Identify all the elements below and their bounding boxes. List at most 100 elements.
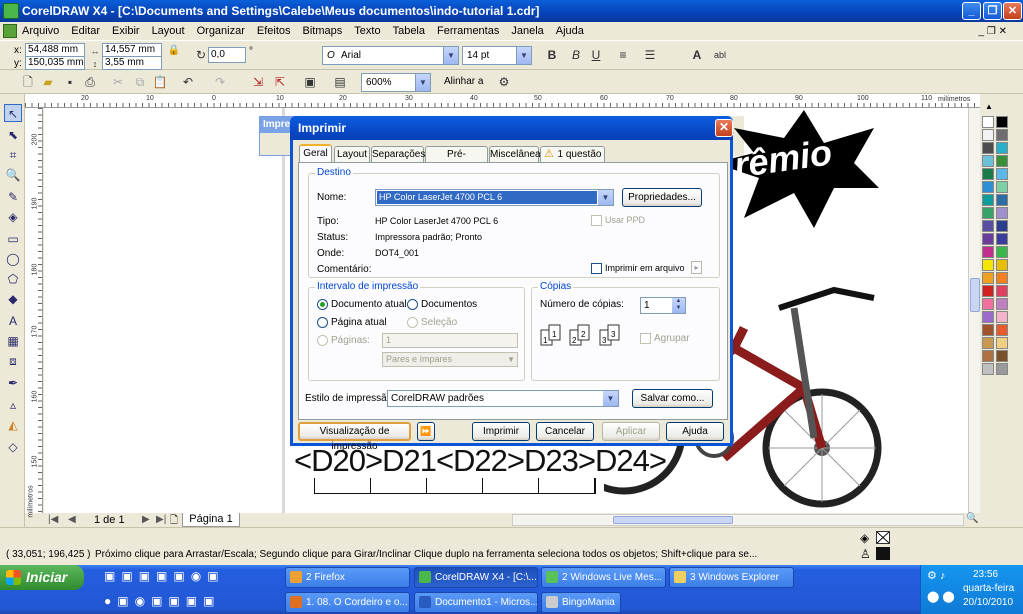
color-swatch[interactable]: [996, 181, 1008, 193]
fill-tool-icon[interactable]: ◭: [4, 416, 22, 434]
quicklaunch-icon[interactable]: ◉: [191, 569, 201, 583]
restore-button[interactable]: ❐: [983, 2, 1002, 20]
dialog-close-button[interactable]: ✕: [715, 119, 733, 137]
pick-tool-icon[interactable]: ↖: [4, 104, 22, 122]
palette-scroll-up-icon[interactable]: ▲: [985, 102, 993, 111]
chevron-down-icon[interactable]: ▼: [516, 47, 531, 64]
color-swatch[interactable]: [982, 207, 994, 219]
underline-button[interactable]: U: [588, 47, 604, 63]
color-swatch[interactable]: [996, 142, 1008, 154]
quicklaunch-icon[interactable]: ●: [104, 594, 111, 608]
save-icon[interactable]: ▪: [62, 74, 78, 90]
tab-layout[interactable]: Layout: [334, 146, 370, 162]
quicklaunch-icon[interactable]: ◉: [135, 594, 145, 608]
menu-editar[interactable]: Editar: [71, 25, 100, 37]
color-swatch[interactable]: [996, 350, 1008, 362]
scrollbar-thumb[interactable]: [970, 278, 980, 312]
text-frame-button[interactable]: abl: [710, 47, 730, 63]
paste-icon[interactable]: 📋: [152, 74, 168, 90]
open-icon[interactable]: ▰: [40, 74, 56, 90]
color-swatch[interactable]: [982, 337, 994, 349]
pages-radio[interactable]: [317, 335, 328, 346]
table-tool-icon[interactable]: ▦: [4, 332, 22, 350]
color-swatch[interactable]: [996, 298, 1008, 310]
color-swatch[interactable]: [982, 298, 994, 310]
print-icon[interactable]: ⎙: [82, 74, 98, 90]
angle-field[interactable]: 0,0: [208, 47, 246, 63]
title-bar[interactable]: CorelDRAW X4 - [C:\Documents and Setting…: [0, 0, 1023, 22]
taskbar-windows-explorer[interactable]: 3 Windows Explorer: [669, 567, 794, 588]
menu-layout[interactable]: Layout: [152, 25, 185, 37]
color-swatch[interactable]: [982, 168, 994, 180]
pages-input[interactable]: 1: [382, 333, 518, 348]
menu-texto[interactable]: Texto: [354, 25, 380, 37]
color-swatch[interactable]: [996, 324, 1008, 336]
quicklaunch-icon[interactable]: ▣: [173, 569, 184, 583]
color-swatch[interactable]: [982, 272, 994, 284]
menu-ajuda[interactable]: Ajuda: [556, 25, 584, 37]
quicklaunch-icon[interactable]: ▣: [156, 569, 167, 583]
menu-organizar[interactable]: Organizar: [197, 25, 245, 37]
color-swatch[interactable]: [996, 259, 1008, 271]
cancel-button[interactable]: Cancelar: [536, 422, 594, 441]
cut-icon[interactable]: ✂: [110, 74, 126, 90]
export-icon[interactable]: ⇱: [272, 74, 288, 90]
tray-icons[interactable]: ⚙ ♪: [927, 569, 945, 582]
shape-tool-icon[interactable]: ⬉: [4, 126, 22, 144]
tray-icons[interactable]: ⬤ ⬤: [927, 590, 955, 603]
quicklaunch-icon[interactable]: ▣: [117, 594, 128, 608]
horizontal-ruler[interactable]: 20 10 0 10 20 30 40 50 60 70 80 90 100 1…: [25, 94, 980, 108]
zoom-select[interactable]: 600% ▼: [361, 73, 431, 92]
color-swatch[interactable]: [982, 363, 994, 375]
menu-ferramentas[interactable]: Ferramentas: [437, 25, 499, 37]
print-to-file-options-icon[interactable]: ▸: [691, 261, 702, 274]
color-swatch[interactable]: [982, 220, 994, 232]
taskbar-firefox[interactable]: 2 Firefox: [285, 567, 410, 588]
rectangle-tool-icon[interactable]: ▭: [4, 230, 22, 248]
tab-geral[interactable]: Geral: [299, 144, 332, 163]
lock-ratio-icon[interactable]: 🔒: [166, 43, 182, 59]
outline-color-swatch[interactable]: [876, 547, 890, 560]
text-tool-icon[interactable]: A: [4, 312, 22, 330]
color-swatch[interactable]: [982, 324, 994, 336]
last-page-icon[interactable]: ▶|: [156, 514, 166, 525]
h-scrollbar-thumb[interactable]: [613, 516, 733, 524]
undo-icon[interactable]: ↶: [180, 74, 196, 90]
taskbar-word-document[interactable]: Documento1 - Micros...: [414, 592, 538, 613]
width-field[interactable]: 14,557 mm: [102, 43, 162, 57]
quicklaunch-icon[interactable]: ▣: [168, 594, 179, 608]
menu-bitmaps[interactable]: Bitmaps: [303, 25, 343, 37]
color-swatch[interactable]: [996, 233, 1008, 245]
color-swatch[interactable]: [982, 285, 994, 297]
application-launcher-icon[interactable]: ▣: [302, 74, 318, 90]
copy-icon[interactable]: ⧉: [132, 74, 148, 90]
selection-radio[interactable]: [407, 317, 418, 328]
print-preview-button[interactable]: Visualização de impressão: [298, 422, 411, 452]
quicklaunch-icon[interactable]: ▣: [104, 569, 115, 583]
properties-button[interactable]: Propriedades...: [622, 188, 702, 207]
copies-spinner[interactable]: ▲ ▼: [672, 298, 685, 313]
color-swatch[interactable]: [996, 285, 1008, 297]
fill-color-swatch[interactable]: [876, 531, 890, 544]
color-swatch[interactable]: [996, 194, 1008, 206]
color-swatch[interactable]: [982, 155, 994, 167]
interactive-tools-icon[interactable]: ⧈: [4, 352, 22, 370]
save-as-button[interactable]: Salvar como...: [632, 389, 713, 408]
taskbar-bingomania[interactable]: BingoMania: [541, 592, 621, 613]
tab-pre-impressao[interactable]: Pré-impressão: [425, 146, 488, 175]
ellipse-tool-icon[interactable]: ◯: [4, 250, 22, 268]
options-icon[interactable]: ⚙: [496, 74, 512, 90]
quicklaunch-icon[interactable]: ▣: [139, 569, 150, 583]
edit-text-button[interactable]: A: [689, 47, 705, 63]
color-swatch[interactable]: [996, 168, 1008, 180]
collate-checkbox[interactable]: [640, 333, 651, 344]
current-page-radio[interactable]: [317, 317, 328, 328]
menu-arquivo[interactable]: Arquivo: [22, 25, 59, 37]
chevron-down-icon[interactable]: ▼: [603, 391, 618, 406]
color-swatch[interactable]: [982, 311, 994, 323]
quicklaunch-icon[interactable]: ▣: [207, 569, 218, 583]
vertical-ruler[interactable]: 200 190 180 170 160 150 milímetros: [25, 108, 43, 518]
font-size-select[interactable]: 14 pt ▼: [462, 46, 532, 65]
color-swatch[interactable]: [996, 220, 1008, 232]
redo-icon[interactable]: ↷: [212, 74, 228, 90]
